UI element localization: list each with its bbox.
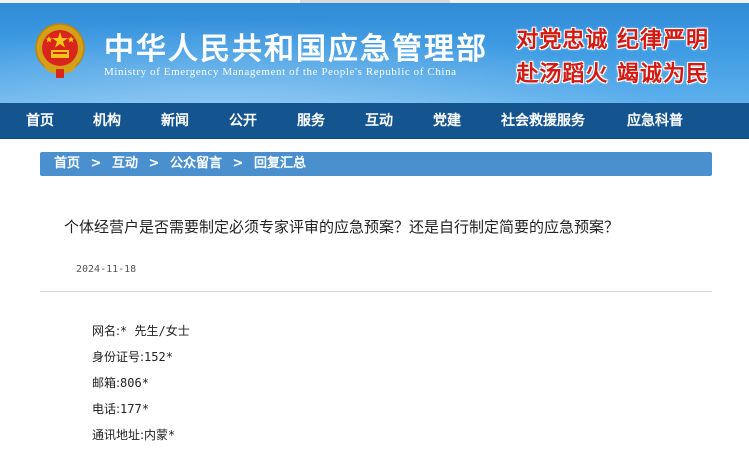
site-title[interactable]: 中华人民共和国应急管理部: [104, 24, 488, 68]
slogan-line-1: 对党忠诚 纪律严明: [516, 27, 709, 53]
main-nav: 首页 机构 新闻 公开 服务 互动 党建 社会救援服务 应急科普: [0, 103, 749, 139]
top-strip: [0, 0, 749, 3]
info-label: 通讯地址:: [92, 428, 145, 442]
info-value: 152*: [144, 350, 173, 364]
info-id-number: 身份证号:152*: [92, 348, 173, 365]
info-email: 邮箱:806*: [92, 374, 149, 391]
divider: [40, 291, 712, 292]
breadcrumb-home[interactable]: 首页: [54, 152, 80, 176]
nav-item-public[interactable]: 公开: [229, 103, 257, 139]
nav-item-services[interactable]: 服务: [297, 103, 325, 139]
info-value: 806*: [120, 376, 149, 390]
breadcrumb-reply-summary[interactable]: 回复汇总: [254, 152, 306, 176]
info-label: 电话:: [92, 402, 121, 416]
info-phone: 电话:177*: [92, 400, 149, 417]
nav-item-home[interactable]: 首页: [26, 103, 54, 139]
info-address: 通讯地址:内蒙*: [92, 426, 175, 443]
info-value: 内蒙*: [144, 428, 176, 442]
breadcrumb: 首页 > 互动 > 公众留言 > 回复汇总: [40, 152, 712, 176]
article-title: 个体经营户是否需要制定必须专家评审的应急预案？还是自行制定简要的应急预案？: [64, 218, 620, 236]
nav-item-organization[interactable]: 机构: [93, 103, 121, 139]
nav-item-news[interactable]: 新闻: [161, 103, 189, 139]
info-label: 网名:: [92, 324, 121, 338]
info-nickname: 网名:* 先生/女士: [92, 322, 190, 339]
article-date: 2024-11-18: [76, 264, 137, 275]
site-subtitle: Ministry of Emergency Management of the …: [104, 66, 457, 78]
breadcrumb-separator: >: [148, 156, 160, 171]
slogan-line-2: 赴汤蹈火 竭诚为民: [516, 61, 709, 87]
site-header: 中华人民共和国应急管理部 Ministry of Emergency Manag…: [0, 0, 749, 103]
national-emblem-icon[interactable]: [34, 22, 86, 80]
nav-item-party[interactable]: 党建: [433, 103, 461, 139]
info-label: 邮箱:: [92, 376, 121, 390]
breadcrumb-public-message[interactable]: 公众留言: [170, 152, 222, 176]
breadcrumb-separator: >: [232, 156, 244, 171]
nav-item-interaction[interactable]: 互动: [365, 103, 393, 139]
info-label: 身份证号:: [92, 350, 145, 364]
breadcrumb-interaction[interactable]: 互动: [112, 152, 138, 176]
nav-item-science[interactable]: 应急科普: [627, 103, 683, 139]
breadcrumb-separator: >: [90, 156, 102, 171]
info-value: 177*: [120, 402, 149, 416]
nav-item-rescue-service[interactable]: 社会救援服务: [501, 103, 585, 139]
info-value: * 先生/女士: [120, 324, 190, 338]
